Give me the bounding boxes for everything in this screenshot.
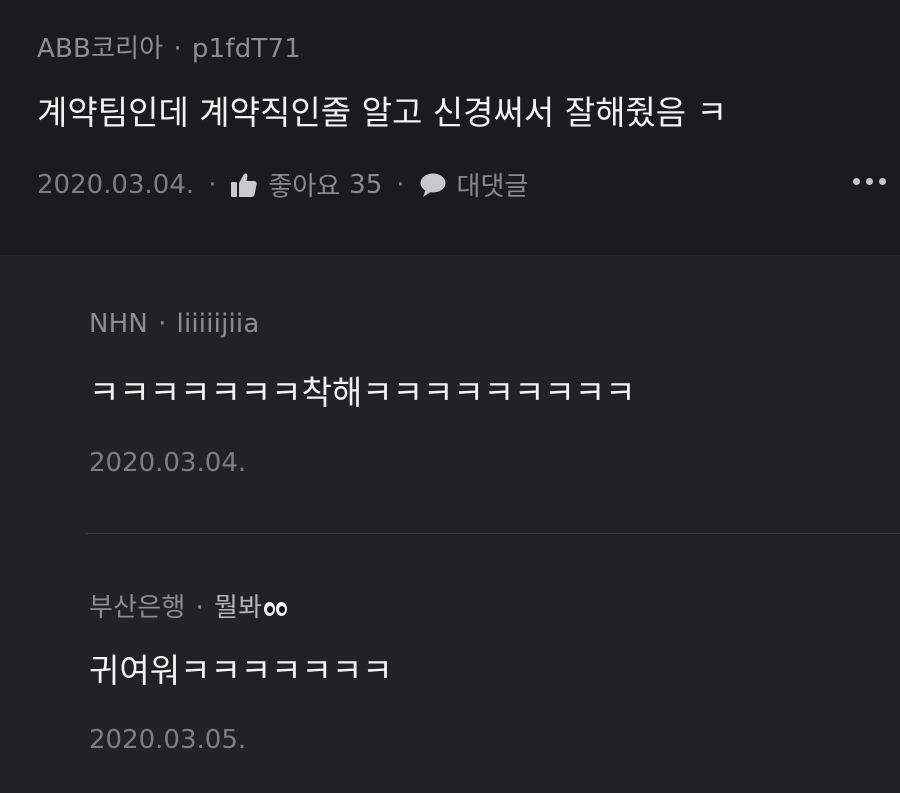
author-company: 부산은행 — [89, 593, 186, 623]
comment-author[interactable]: ABB코리아 · p1fdT71 — [37, 28, 301, 65]
reply-author[interactable]: NHN · liiiiijiia — [89, 309, 259, 339]
reply-date: 2020.03.04. — [89, 448, 247, 478]
reply-author[interactable]: 부산은행 · 뭘봐 — [89, 587, 288, 624]
reply-button[interactable]: 대댓글 — [419, 166, 529, 203]
speech-bubble-icon — [420, 173, 446, 197]
reply-text: ㅋㅋㅋㅋㅋㅋㅋ착해ㅋㅋㅋㅋㅋㅋㅋㅋㅋ — [89, 373, 636, 412]
like-button[interactable]: 좋아요 35 — [230, 166, 382, 203]
reply-date: 2020.03.05. — [89, 725, 247, 755]
reply-text: 귀여워ㅋㅋㅋㅋㅋㅋㅋ — [89, 651, 393, 690]
author-username: p1fdT71 — [191, 34, 301, 64]
comment-actions: 2020.03.04. · 좋아요 35 · 대댓글 — [37, 166, 528, 203]
meta-separator: · — [195, 593, 204, 623]
like-label: 좋아요 — [268, 172, 341, 202]
author-username: 뭘봐 — [213, 593, 263, 623]
author-company: ABB코리아 — [37, 34, 164, 64]
meta-separator: · — [396, 169, 405, 200]
more-options-icon[interactable] — [853, 178, 886, 185]
eyes-icon — [264, 601, 288, 616]
main-comment: ABB코리아 · p1fdT71 계약팀인데 계약직인줄 알고 신경써서 잘해줬음 … — [0, 0, 900, 255]
reply-label: 대댓글 — [456, 172, 529, 202]
like-count: 35 — [349, 169, 383, 200]
reply-list: NHN · liiiiijiia ㅋㅋㅋㅋㅋㅋㅋ착해ㅋㅋㅋㅋㅋㅋㅋㅋㅋ 2020.0… — [0, 255, 900, 793]
reply-divider — [86, 533, 900, 534]
meta-separator: · — [158, 309, 167, 339]
author-username: liiiiijiia — [176, 309, 260, 339]
thumbs-up-icon — [231, 173, 258, 197]
meta-separator: · — [173, 34, 182, 64]
comment-date: 2020.03.04. — [37, 169, 195, 200]
author-company: NHN — [89, 309, 149, 339]
meta-separator: · — [208, 169, 217, 200]
comment-text: 계약팀인데 계약직인줄 알고 신경써서 잘해줬음 ㅋ — [37, 93, 728, 132]
